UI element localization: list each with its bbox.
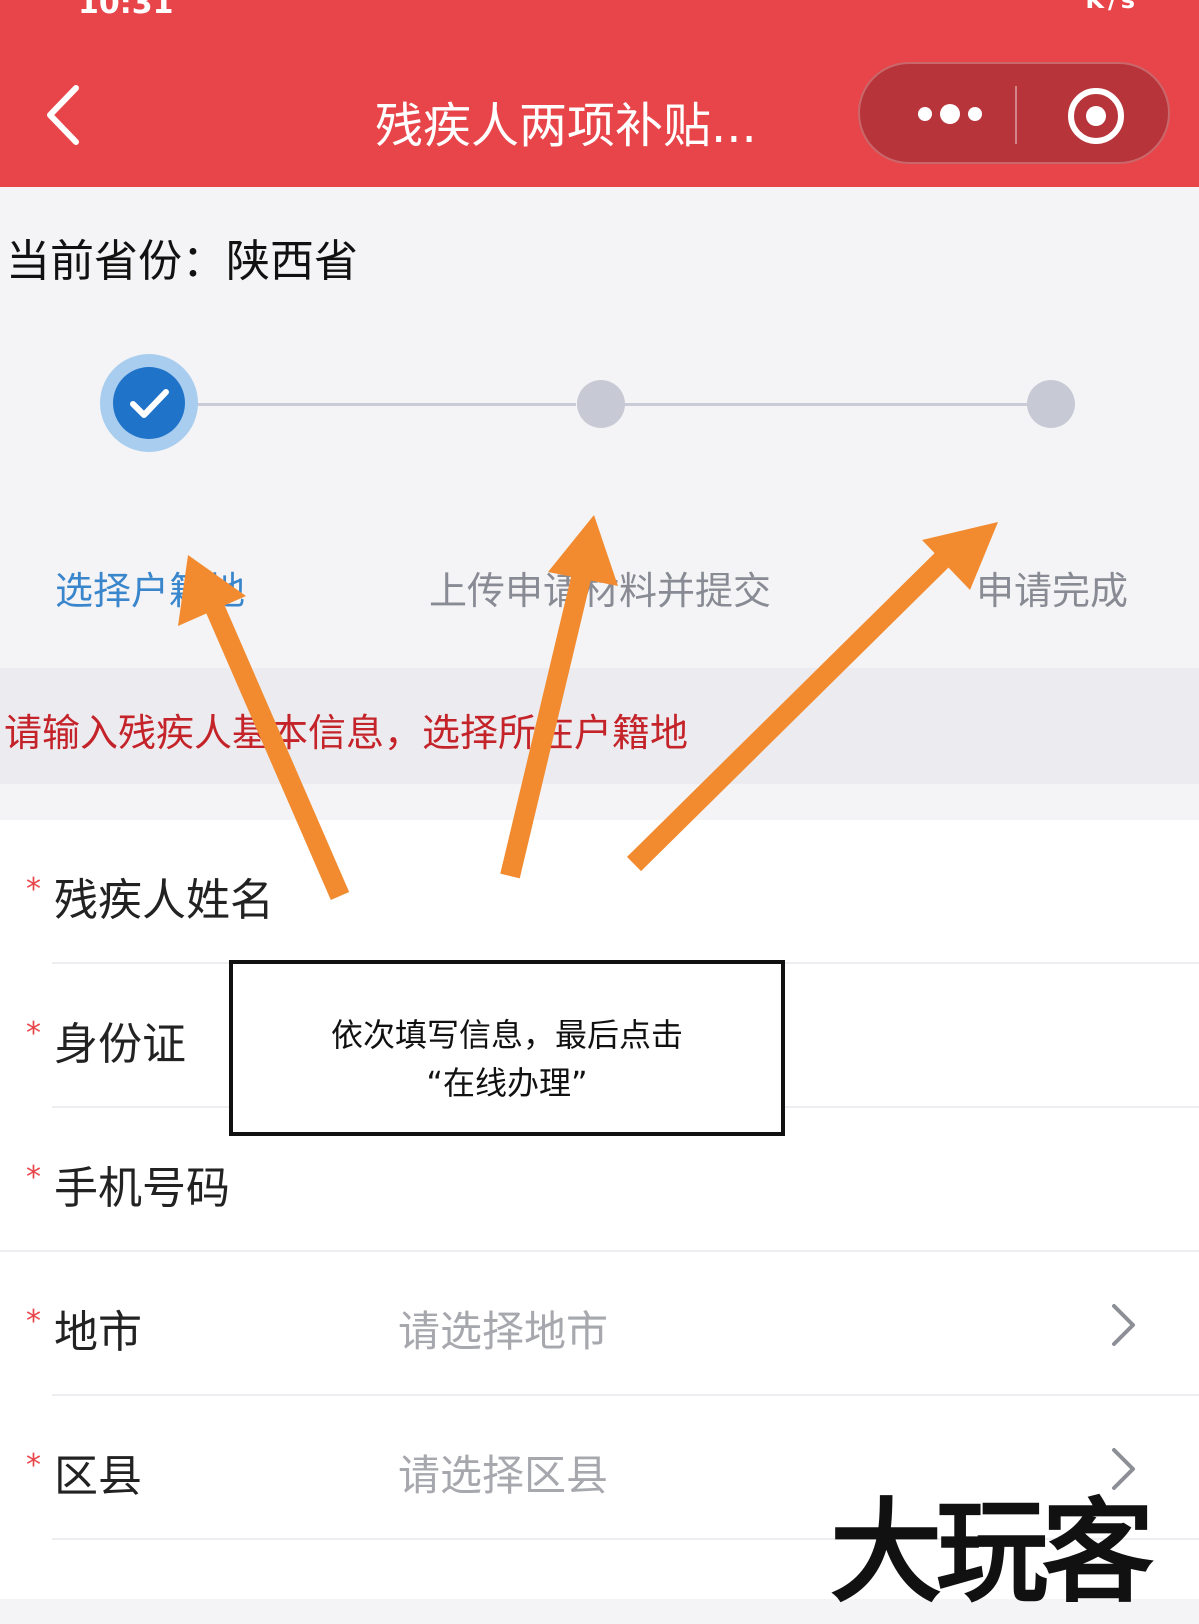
city-select[interactable]: 请选择地市: [398, 1298, 608, 1359]
required-mark: *: [26, 1016, 41, 1051]
required-mark: *: [26, 1448, 41, 1483]
watermark-logo: 大玩客: [830, 1487, 1154, 1618]
current-province: 当前省份：陕西省: [6, 236, 358, 287]
field-label: 地市: [54, 1307, 142, 1358]
more-dots-icon[interactable]: [905, 84, 995, 144]
step-1-label: 选择户籍地: [54, 569, 246, 613]
field-label: 身份证: [54, 1019, 186, 1070]
field-label: 手机号码: [54, 1163, 230, 1214]
step-connector: [624, 403, 1032, 406]
nav-bar: 残疾人两项补贴...: [0, 18, 1199, 187]
required-mark: *: [26, 1304, 41, 1339]
step-connector: [196, 403, 576, 406]
capsule-divider: [1015, 86, 1017, 144]
step-3-indicator: [1027, 380, 1075, 428]
county-select[interactable]: 请选择区县: [398, 1442, 608, 1503]
chevron-right-icon: [1112, 1304, 1135, 1346]
hint-text: 请输入残疾人基本信息，选择所在户籍地: [4, 711, 689, 755]
hint-banner: 请输入残疾人基本信息，选择所在户籍地: [0, 668, 1199, 784]
mini-program-capsule: [858, 62, 1170, 164]
step-3-label: 申请完成: [975, 569, 1129, 613]
field-label: 残疾人姓名: [54, 875, 274, 926]
checkmark-icon: [130, 389, 169, 418]
status-net-speed: K/s: [1085, 0, 1139, 14]
status-bar: 10:31 K/s: [0, 0, 1199, 21]
step-1-indicator: [100, 354, 198, 452]
callout-line-2: “在线办理”: [426, 1064, 588, 1102]
step-2-label: 上传申请材料并提交: [428, 569, 772, 613]
field-name[interactable]: * 残疾人姓名: [0, 820, 1199, 964]
page-title: 残疾人两项补贴...: [375, 98, 757, 154]
field-label: 区县: [54, 1451, 142, 1502]
required-mark: *: [26, 1160, 41, 1195]
required-mark: *: [26, 872, 41, 907]
instruction-callout: 依次填写信息，最后点击 “在线办理”: [229, 960, 785, 1136]
callout-line-1: 依次填写信息，最后点击: [330, 1016, 683, 1054]
back-chevron-icon[interactable]: [40, 80, 86, 150]
field-city[interactable]: * 地市 请选择地市: [0, 1252, 1199, 1396]
step-2-indicator: [577, 380, 625, 428]
close-target-icon[interactable]: [1066, 86, 1126, 146]
